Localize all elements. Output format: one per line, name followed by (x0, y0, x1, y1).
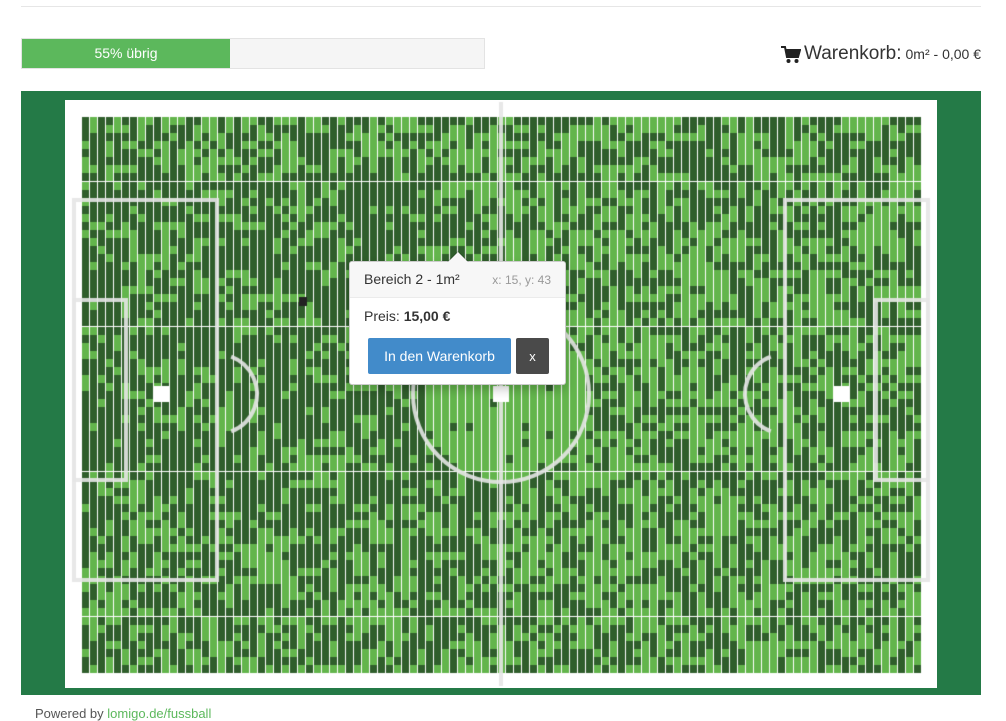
popover-price: Preis: 15,00 € (364, 308, 450, 324)
price-value: 15,00 € (403, 308, 451, 324)
popover-arrow (447, 251, 469, 262)
cart-value: 0m² - 0,00 € (905, 46, 981, 62)
price-label: Preis: (364, 308, 400, 324)
pitch-area (21, 91, 981, 695)
remaining-progress-bar: 55% übrig (21, 38, 485, 69)
pitch-grid[interactable] (65, 100, 937, 688)
close-popover-button[interactable]: x (516, 338, 549, 374)
popover-coordinates: x: 15, y: 43 (492, 273, 551, 287)
cart-label: Warenkorb: (804, 43, 902, 64)
add-to-cart-button[interactable]: In den Warenkorb (368, 338, 511, 374)
area-popover: Bereich 2 - 1m² x: 15, y: 43 Preis: 15,0… (349, 251, 566, 385)
cart-summary[interactable]: Warenkorb: 0m² - 0,00 € (781, 43, 981, 67)
progress-label: 55% übrig (94, 45, 158, 61)
shopping-cart-icon (781, 46, 802, 63)
popover-header: Bereich 2 - 1m² x: 15, y: 43 (350, 262, 565, 298)
top-divider (21, 6, 981, 7)
popover-title: Bereich 2 - 1m² (364, 271, 460, 287)
